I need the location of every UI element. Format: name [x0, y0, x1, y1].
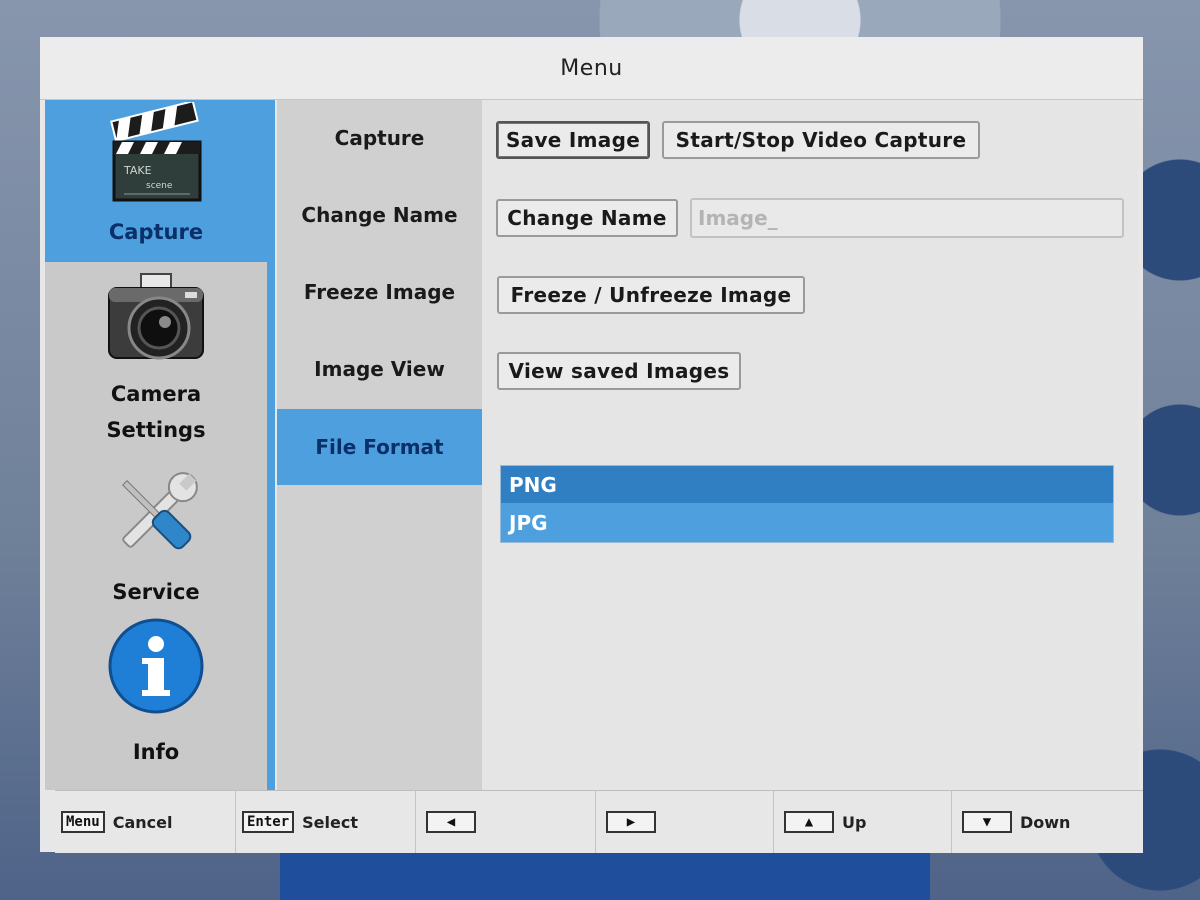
- svg-text:scene: scene: [146, 181, 173, 191]
- category-service[interactable]: Service: [45, 458, 267, 610]
- svg-text:TAKE: TAKE: [123, 164, 152, 177]
- category-label: Service: [112, 580, 200, 604]
- camera-icon: [103, 272, 209, 368]
- image-name-input[interactable]: [690, 198, 1124, 238]
- up-arrow-icon: ▲: [784, 811, 834, 833]
- hint-select[interactable]: Enter Select: [235, 791, 415, 853]
- freeze-unfreeze-button[interactable]: Freeze / Unfreeze Image: [497, 276, 805, 314]
- hint-right[interactable]: ▶: [595, 791, 773, 853]
- hint-label: Up: [842, 812, 867, 832]
- submenu-list: Capture Change Name Freeze Image Image V…: [277, 100, 482, 790]
- category-info[interactable]: Info: [45, 610, 267, 790]
- wrench-screwdriver-icon: [108, 466, 204, 562]
- down-arrow-icon: ▼: [962, 811, 1012, 833]
- enter-key: Enter: [242, 811, 295, 833]
- save-image-button[interactable]: Save Image: [496, 121, 650, 159]
- category-camera-settings[interactable]: Camera Settings: [45, 262, 267, 458]
- category-label: Camera Settings: [106, 382, 206, 442]
- submenu-item-capture[interactable]: Capture: [277, 100, 482, 176]
- info-icon: [106, 616, 206, 716]
- hint-label: Down: [1020, 812, 1071, 832]
- clapperboard-icon: TAKE scene: [106, 102, 206, 204]
- hint-cancel[interactable]: Menu Cancel: [55, 791, 235, 853]
- list-item-jpg[interactable]: JPG: [501, 504, 1113, 541]
- title-bar: Menu: [40, 37, 1143, 100]
- submenu-item-change-name[interactable]: Change Name: [277, 177, 482, 253]
- category-capture[interactable]: TAKE scene Capture: [45, 100, 267, 260]
- left-arrow-icon: ◀: [426, 811, 476, 833]
- hint-left[interactable]: ◀: [415, 791, 595, 853]
- content-panel: Save Image Start/Stop Video Capture Chan…: [482, 100, 1138, 790]
- category-sidebar: TAKE scene Capture Camera Settings Servi…: [45, 100, 275, 790]
- submenu-item-image-view[interactable]: Image View: [277, 331, 482, 407]
- file-format-list: PNG JPG: [500, 465, 1114, 543]
- submenu-item-file-format[interactable]: File Format: [277, 409, 482, 485]
- background-logo-strip: [280, 848, 930, 900]
- hint-up[interactable]: ▲ Up: [773, 791, 951, 853]
- key-hint-bar: Menu Cancel Enter Select ◀ ▶ ▲ Up ▼ Down: [55, 790, 1143, 853]
- menu-key: Menu: [61, 811, 105, 833]
- submenu-item-freeze-image[interactable]: Freeze Image: [277, 254, 482, 330]
- category-label: Info: [132, 740, 180, 764]
- change-name-button[interactable]: Change Name: [496, 199, 678, 237]
- menu-window: Menu TAKE scene Capture Camera Settings …: [40, 37, 1143, 853]
- hint-label: Cancel: [112, 812, 173, 832]
- hint-down[interactable]: ▼ Down: [951, 791, 1143, 853]
- view-saved-images-button[interactable]: View saved Images: [497, 352, 741, 390]
- video-capture-button[interactable]: Start/Stop Video Capture: [662, 121, 980, 159]
- category-label: Capture: [108, 220, 204, 244]
- right-arrow-icon: ▶: [606, 811, 656, 833]
- hint-label: Select: [302, 812, 358, 832]
- window-title: Menu: [560, 55, 623, 81]
- list-item-png[interactable]: PNG: [501, 466, 1113, 503]
